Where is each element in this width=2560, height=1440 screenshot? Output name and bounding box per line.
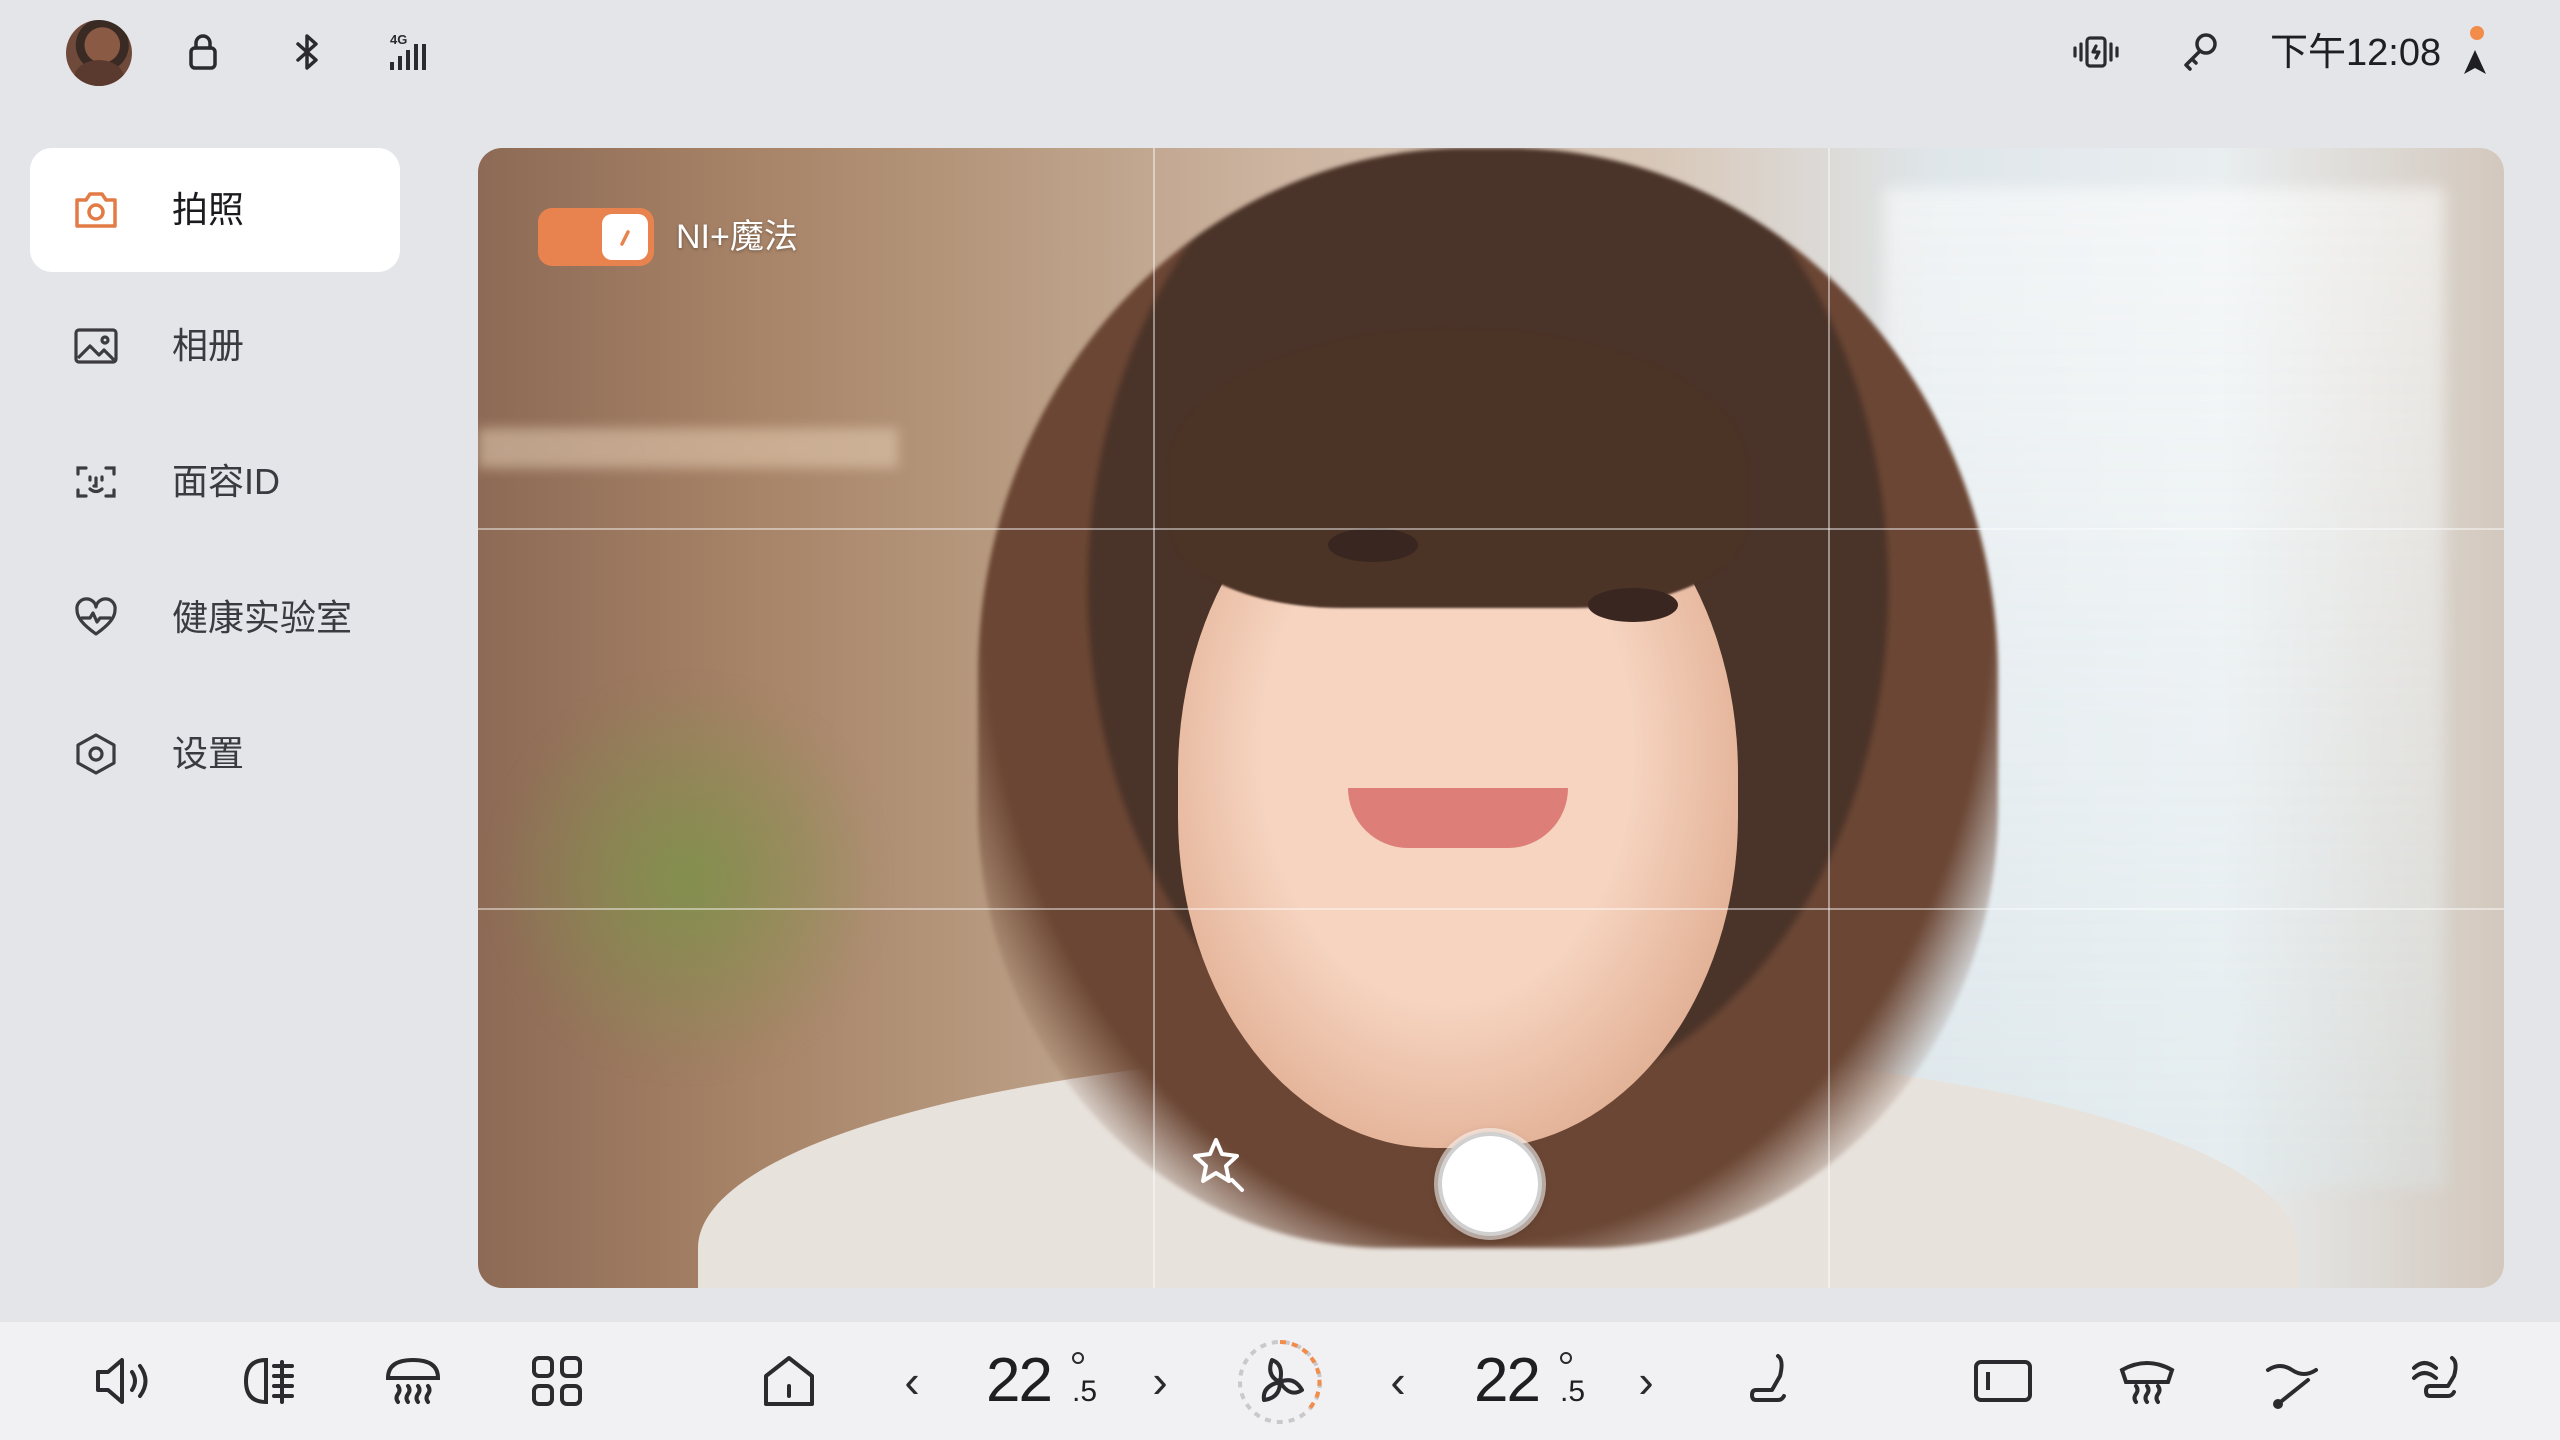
sidebar-item-health-lab[interactable]: 健康实验室 bbox=[30, 556, 400, 680]
shutter-button[interactable] bbox=[1438, 1132, 1542, 1236]
magic-wand-icon bbox=[620, 230, 630, 246]
settings-icon bbox=[72, 732, 120, 776]
sidebar-item-label: 面容ID bbox=[172, 461, 281, 502]
sidebar-item-album[interactable]: 相册 bbox=[30, 284, 400, 408]
status-clock: 下午12:08 bbox=[2270, 32, 2442, 74]
lock-icon[interactable] bbox=[175, 24, 231, 80]
degree-symbol bbox=[1560, 1352, 1572, 1364]
subject-eye bbox=[1328, 528, 1418, 562]
passenger-temp-up-button[interactable]: › bbox=[1626, 1352, 1666, 1410]
heart-pulse-icon bbox=[72, 596, 120, 640]
magic-mode-toggle[interactable] bbox=[538, 208, 654, 266]
temperature-value: 22 bbox=[986, 1346, 1053, 1415]
camera-icon bbox=[72, 188, 120, 232]
face-id-icon bbox=[72, 460, 120, 504]
sidebar-nav: 拍照 相册 面容ID 健康实验室 设置 bbox=[30, 148, 400, 828]
notification-dot bbox=[2470, 26, 2484, 40]
user-avatar[interactable] bbox=[66, 20, 132, 86]
status-bar: 4G 下午12:08 bbox=[0, 0, 2560, 110]
sidebar-item-camera[interactable]: 拍照 bbox=[30, 148, 400, 272]
cellular-signal-icon: 4G bbox=[382, 24, 438, 80]
network-type-label: 4G bbox=[390, 32, 407, 47]
seat-ventilation-icon[interactable] bbox=[2404, 1348, 2470, 1414]
temperature-decimal: .5 bbox=[1072, 1375, 1098, 1408]
bluetooth-icon[interactable] bbox=[279, 24, 335, 80]
image-icon bbox=[72, 324, 120, 368]
magic-mode-label: NI+魔法 bbox=[676, 218, 798, 256]
seat-heating-icon[interactable] bbox=[1738, 1348, 1804, 1414]
temperature-value: 22 bbox=[1474, 1346, 1541, 1415]
sidebar-item-label: 拍照 bbox=[172, 189, 245, 230]
background-shelf bbox=[478, 428, 898, 468]
passenger-temperature: 22 .5 bbox=[1474, 1336, 1586, 1426]
navigation-indicator[interactable] bbox=[2460, 26, 2490, 78]
fan-control[interactable] bbox=[1234, 1336, 1326, 1428]
sidebar-item-label: 相册 bbox=[172, 325, 245, 366]
temperature-decimal: .5 bbox=[1560, 1375, 1586, 1408]
passenger-temp-down-button[interactable]: ‹ bbox=[1378, 1352, 1418, 1410]
composition-grid-line bbox=[1828, 148, 1830, 1288]
background-plant bbox=[498, 668, 878, 1088]
composition-grid-line bbox=[478, 908, 2504, 910]
volume-icon[interactable] bbox=[90, 1348, 156, 1414]
composition-grid-line bbox=[478, 528, 2504, 530]
screen-display-icon[interactable] bbox=[1970, 1348, 2036, 1414]
digital-key-icon[interactable] bbox=[2172, 24, 2228, 80]
sidebar-item-face-id[interactable]: 面容ID bbox=[30, 420, 400, 544]
driver-temp-down-button[interactable]: ‹ bbox=[892, 1352, 932, 1410]
front-defrost-icon[interactable] bbox=[2114, 1348, 2180, 1414]
sidebar-item-settings[interactable]: 设置 bbox=[30, 692, 400, 816]
app-grid-icon[interactable] bbox=[524, 1348, 590, 1414]
headlight-icon[interactable] bbox=[236, 1348, 302, 1414]
composition-grid-line bbox=[1153, 148, 1155, 1288]
sidebar-item-label: 健康实验室 bbox=[172, 597, 353, 638]
subject-lips bbox=[1348, 788, 1568, 848]
vehicle-control-dock: ‹ 22 .5 › ‹ 22 .5 › bbox=[0, 1322, 2560, 1440]
degree-symbol bbox=[1072, 1352, 1084, 1364]
navigation-arrow-icon bbox=[2464, 50, 2486, 74]
fan-icon bbox=[1238, 1340, 1322, 1424]
magic-star-icon bbox=[1193, 1138, 1244, 1192]
toggle-knob bbox=[602, 214, 648, 260]
sidebar-item-label: 设置 bbox=[172, 733, 245, 774]
driver-temp-up-button[interactable]: › bbox=[1140, 1352, 1180, 1410]
home-icon[interactable] bbox=[756, 1348, 822, 1414]
subject-eye bbox=[1588, 588, 1678, 622]
effects-button[interactable] bbox=[1186, 1132, 1252, 1198]
rear-defrost-icon[interactable] bbox=[380, 1348, 446, 1414]
subject-bangs bbox=[1168, 328, 1748, 608]
camera-preview[interactable]: NI+魔法 bbox=[478, 148, 2504, 1288]
driver-temperature: 22 .5 bbox=[986, 1336, 1098, 1426]
vibrate-mode-icon[interactable] bbox=[2068, 24, 2124, 80]
wiper-icon[interactable] bbox=[2260, 1348, 2326, 1414]
